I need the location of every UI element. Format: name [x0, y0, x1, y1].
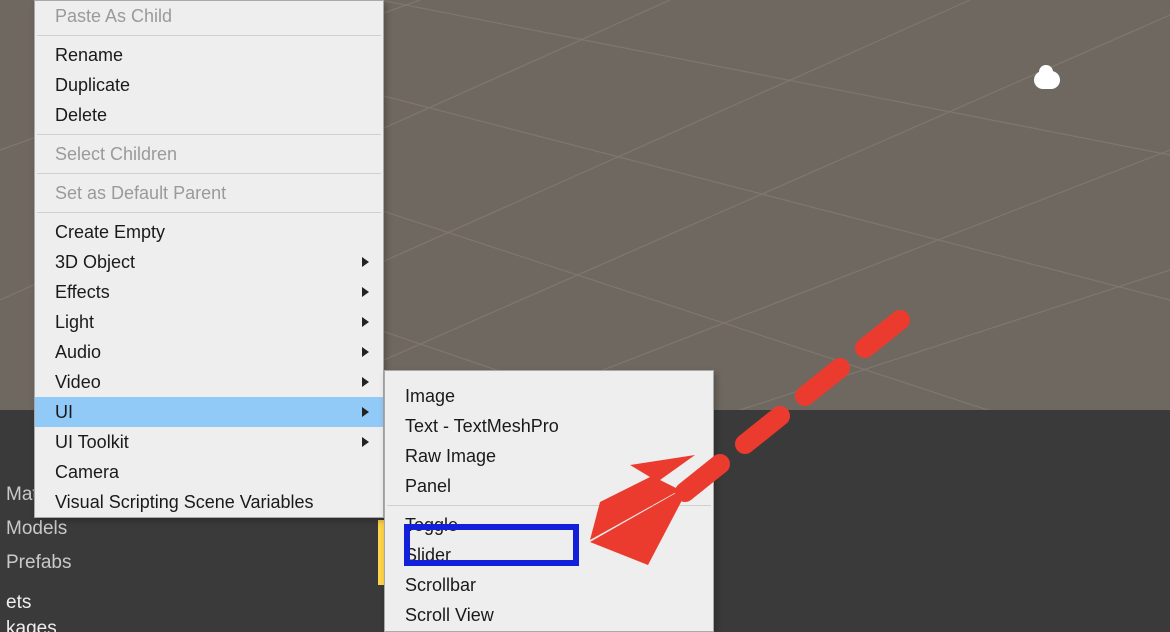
menu-separator	[37, 212, 381, 213]
menu-ui[interactable]: UI	[35, 397, 383, 427]
sky-gizmo-icon	[1034, 71, 1060, 89]
menu-label: UI	[55, 402, 73, 423]
menu-label: Light	[55, 312, 94, 333]
menu-rename[interactable]: Rename	[35, 40, 383, 70]
menu-visual-scripting[interactable]: Visual Scripting Scene Variables	[35, 487, 383, 517]
menu-separator	[387, 505, 711, 506]
partial-text-ets: ets	[0, 590, 63, 616]
submenu-scrollbar[interactable]: Scrollbar	[385, 570, 713, 600]
menu-light[interactable]: Light	[35, 307, 383, 337]
chevron-right-icon	[362, 317, 369, 327]
submenu-image[interactable]: Image	[385, 381, 713, 411]
menu-create-empty[interactable]: Create Empty	[35, 217, 383, 247]
project-nav-partial: ets kages	[0, 590, 63, 632]
menu-label: UI Toolkit	[55, 432, 129, 453]
menu-3d-object[interactable]: 3D Object	[35, 247, 383, 277]
menu-paste-as-child: Paste As Child	[35, 1, 383, 31]
chevron-right-icon	[362, 377, 369, 387]
menu-video[interactable]: Video	[35, 367, 383, 397]
chevron-right-icon	[362, 437, 369, 447]
menu-separator	[37, 134, 381, 135]
partial-text-kages: kages	[0, 616, 63, 632]
ui-submenu[interactable]: Image Text - TextMeshPro Raw Image Panel…	[384, 370, 714, 632]
menu-effects[interactable]: Effects	[35, 277, 383, 307]
submenu-text-tmp[interactable]: Text - TextMeshPro	[385, 411, 713, 441]
submenu-raw-image[interactable]: Raw Image	[385, 441, 713, 471]
menu-camera[interactable]: Camera	[35, 457, 383, 487]
menu-label: 3D Object	[55, 252, 135, 273]
menu-label: Audio	[55, 342, 101, 363]
submenu-toggle[interactable]: Toggle	[385, 510, 713, 540]
chevron-right-icon	[362, 407, 369, 417]
menu-set-default-parent: Set as Default Parent	[35, 178, 383, 208]
menu-separator	[37, 35, 381, 36]
submenu-scroll-view[interactable]: Scroll View	[385, 600, 713, 630]
chevron-right-icon	[362, 287, 369, 297]
submenu-panel[interactable]: Panel	[385, 471, 713, 501]
menu-delete[interactable]: Delete	[35, 100, 383, 130]
menu-separator	[37, 173, 381, 174]
folder-prefabs[interactable]: Prefabs	[0, 546, 230, 580]
hierarchy-context-menu[interactable]: Paste As Child Rename Duplicate Delete S…	[34, 0, 384, 518]
menu-audio[interactable]: Audio	[35, 337, 383, 367]
menu-select-children: Select Children	[35, 139, 383, 169]
submenu-slider[interactable]: Slider	[385, 540, 713, 570]
chevron-right-icon	[362, 347, 369, 357]
menu-label: Effects	[55, 282, 110, 303]
menu-ui-toolkit[interactable]: UI Toolkit	[35, 427, 383, 457]
menu-label: Video	[55, 372, 101, 393]
menu-duplicate[interactable]: Duplicate	[35, 70, 383, 100]
chevron-right-icon	[362, 257, 369, 267]
